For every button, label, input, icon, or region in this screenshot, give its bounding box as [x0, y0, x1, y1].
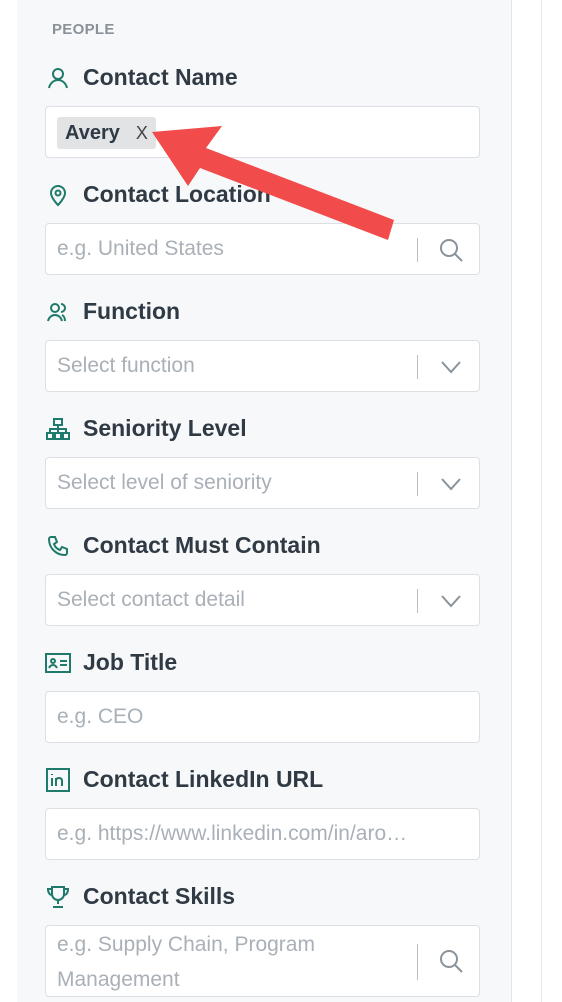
label-text: Seniority Level — [83, 415, 247, 441]
label-text: Function — [83, 298, 181, 324]
job-title-label: Job Title — [45, 649, 177, 676]
must-contain-label: Contact Must Contain — [45, 532, 321, 559]
seniority-select[interactable]: Select level of seniority — [45, 457, 480, 509]
section-title: PEOPLE — [52, 21, 115, 38]
chevron-down-icon[interactable] — [437, 587, 465, 615]
chip-remove-button[interactable]: X — [136, 123, 148, 144]
search-icon[interactable] — [437, 947, 465, 975]
label-text: Contact Location — [83, 181, 271, 207]
must-contain-select[interactable]: Select contact detail — [45, 574, 480, 626]
people-icon — [45, 299, 71, 325]
function-label: Function — [45, 298, 180, 325]
separator — [417, 944, 418, 980]
linkedin-input[interactable]: e.g. https://www.linkedin.com/in/aro… — [45, 808, 480, 860]
placeholder: Select function — [57, 354, 195, 377]
linkedin-icon — [45, 767, 71, 793]
separator — [417, 589, 418, 613]
chip-label: Avery — [65, 121, 120, 144]
placeholder: e.g. CEO — [57, 705, 144, 728]
hierarchy-icon — [45, 416, 71, 442]
placeholder: e.g. Supply Chain, Program Management — [57, 933, 315, 991]
skills-label: Contact Skills — [45, 883, 235, 910]
separator — [417, 355, 418, 379]
contact-location-input[interactable]: e.g. United States — [45, 223, 480, 275]
divider — [541, 0, 542, 1002]
contact-name-label: Contact Name — [45, 64, 238, 91]
label-text: Job Title — [83, 649, 178, 675]
placeholder: e.g. https://www.linkedin.com/in/aro… — [57, 822, 408, 845]
trophy-icon — [45, 884, 71, 910]
id-card-icon — [45, 650, 71, 676]
job-title-input[interactable]: e.g. CEO — [45, 691, 480, 743]
label-text: Contact Must Contain — [83, 532, 321, 558]
chevron-down-icon[interactable] — [437, 470, 465, 498]
contact-location-label: Contact Location — [45, 181, 271, 208]
contact-name-field[interactable]: Avery X — [45, 106, 480, 158]
separator — [417, 472, 418, 496]
seniority-label: Seniority Level — [45, 415, 247, 442]
separator — [417, 238, 418, 262]
skills-input[interactable]: e.g. Supply Chain, Program Management — [45, 925, 480, 997]
placeholder: Select level of seniority — [57, 471, 272, 494]
search-icon[interactable] — [437, 236, 465, 264]
person-icon — [45, 65, 71, 91]
function-select[interactable]: Select function — [45, 340, 480, 392]
chevron-down-icon[interactable] — [437, 353, 465, 381]
name-chip: Avery X — [57, 117, 156, 149]
label-text: Contact Skills — [83, 883, 236, 909]
linkedin-label: Contact LinkedIn URL — [45, 766, 323, 793]
placeholder: e.g. United States — [57, 237, 224, 260]
phone-icon — [45, 533, 71, 559]
location-pin-icon — [45, 182, 71, 208]
placeholder: Select contact detail — [57, 588, 245, 611]
label-text: Contact LinkedIn URL — [83, 766, 324, 792]
label-text: Contact Name — [83, 64, 238, 90]
